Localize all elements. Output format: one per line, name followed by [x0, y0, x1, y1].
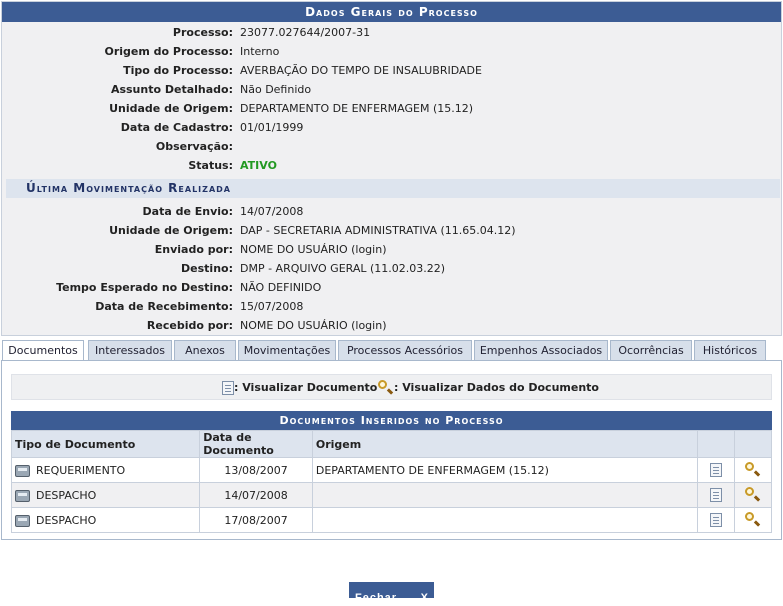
legend-view-data: : Visualizar Dados do Documento: [378, 380, 599, 396]
tab-movimentacoes[interactable]: Movimentações: [238, 340, 336, 360]
doc-origin: DEPARTAMENTO DE ENFERMAGEM (15.12): [311, 457, 699, 483]
view-document-icon[interactable]: [710, 488, 723, 502]
column-header-tipo: Tipo de Documento: [10, 430, 201, 458]
field-destino: Destino: DMP - ARQUIVO GERAL (11.02.03.2…: [181, 262, 446, 275]
icon-legend: : Visualizar Documento : Visualizar Dado…: [11, 374, 772, 400]
view-details-icon[interactable]: [745, 512, 761, 528]
tab-documentos[interactable]: Documentos: [2, 340, 84, 361]
field-processo: Processo: 23077.027644/2007-31: [172, 26, 371, 39]
doc-date: 13/08/2007: [199, 457, 313, 483]
field-data-envio: Data de Envio: 14/07/2008: [142, 205, 304, 218]
documents-table: Tipo de Documento Data de Documento Orig…: [10, 430, 772, 533]
field-observacao: Observação:: [155, 140, 233, 153]
doc-date: 17/08/2007: [199, 507, 313, 533]
column-header-origem: Origem: [311, 430, 699, 458]
field-mov-unidade-origem: Unidade de Origem: DAP - SECRETARIA ADMI…: [109, 224, 516, 237]
process-data-panel: Dados Gerais do Processo Processo: 23077…: [1, 1, 782, 336]
field-data-cadastro: Data de Cadastro: 01/01/1999: [120, 121, 304, 134]
field-origem-processo: Origem do Processo: Interno: [104, 45, 280, 58]
field-unidade-origem: Unidade de Origem: DEPARTAMENTO DE ENFER…: [109, 102, 474, 115]
tab-empenhos-associados[interactable]: Empenhos Associados: [474, 340, 608, 360]
document-type-icon: [15, 464, 30, 477]
table-header-row: Tipo de Documento Data de Documento Orig…: [10, 430, 772, 458]
tab-anexos[interactable]: Anexos: [174, 340, 236, 360]
field-assunto-detalhado: Assunto Detalhado: Não Definido: [110, 83, 312, 96]
document-type-icon: [15, 514, 30, 527]
view-document-icon[interactable]: [710, 463, 723, 477]
magnifier-icon: [378, 380, 394, 396]
tab-historicos[interactable]: Históricos: [694, 340, 766, 360]
column-header-details: [734, 430, 772, 458]
status-badge: ATIVO: [240, 159, 277, 172]
table-row: DESPACHO 14/07/2008: [10, 482, 772, 508]
column-header-view: [697, 430, 736, 458]
tab-interessados[interactable]: Interessados: [88, 340, 172, 360]
doc-type: DESPACHO: [36, 488, 97, 502]
tab-ocorrencias[interactable]: Ocorrências: [610, 340, 692, 360]
movement-subheader: Última Movimentação Realizada: [6, 179, 780, 198]
field-enviado-por: Enviado por: NOME DO USUÁRIO (login): [154, 243, 387, 256]
table-row: REQUERIMENTO 13/08/2007 DEPARTAMENTO DE …: [10, 457, 772, 483]
field-tempo-esperado: Tempo Esperado no Destino: NÃO DEFINIDO: [56, 281, 322, 294]
field-recebido-por: Recebido por: NOME DO USUÁRIO (login): [146, 319, 387, 332]
column-header-data: Data de Documento: [199, 430, 313, 458]
doc-origin: [311, 507, 699, 533]
close-icon: X: [420, 592, 428, 604]
doc-origin: [311, 482, 699, 508]
close-button-label: Fechar: [355, 592, 398, 604]
document-icon: [222, 381, 234, 395]
doc-type: REQUERIMENTO: [36, 463, 126, 477]
doc-date: 14/07/2008: [199, 482, 313, 508]
field-data-recebimento: Data de Recebimento: 15/07/2008: [95, 300, 304, 313]
tab-processos-acessorios[interactable]: Processos Acessórios: [338, 340, 472, 360]
view-document-icon[interactable]: [710, 513, 723, 527]
legend-view-document: : Visualizar Documento: [222, 380, 377, 396]
field-tipo-processo: Tipo do Processo: AVERBAÇÃO DO TEMPO DE …: [123, 64, 482, 77]
doc-type: DESPACHO: [36, 513, 97, 527]
close-button[interactable]: Fechar X: [349, 582, 434, 604]
table-row: DESPACHO 17/08/2007: [10, 507, 772, 533]
view-details-icon[interactable]: [745, 487, 761, 503]
field-status: Status: ATIVO: [2, 156, 781, 175]
view-details-icon[interactable]: [745, 462, 761, 478]
document-type-icon: [15, 489, 30, 502]
panel-title: Dados Gerais do Processo: [2, 2, 781, 22]
documents-table-title: Documentos Inseridos no Processo: [11, 411, 772, 430]
